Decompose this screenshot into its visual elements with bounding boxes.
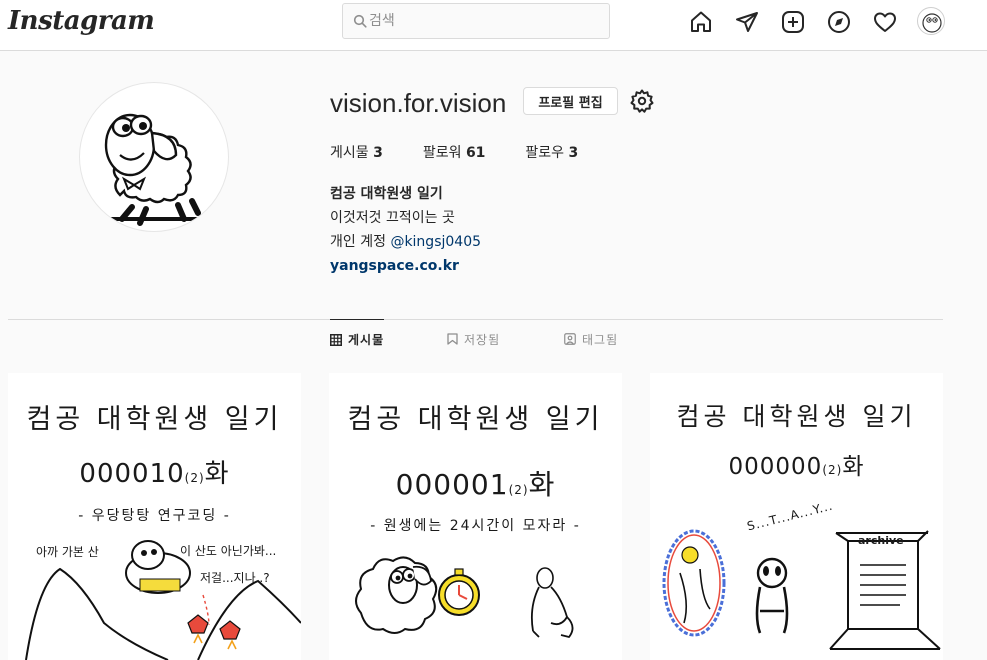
followers-count: 61 <box>465 145 486 161</box>
instagram-logo[interactable]: Instagram <box>8 6 155 36</box>
bio-line-2: 개인 계정 @kingsj0405 <box>330 230 481 254</box>
following-stat[interactable]: 팔로우 3 <box>525 142 578 162</box>
bio-website-link[interactable]: yangspace.co.kr <box>330 254 481 278</box>
profile-bio: 컴공 대학원생 일기 이것저것 끄적이는 곳 개인 계정 @kingsj0405… <box>330 182 481 278</box>
profile-username: vision.for.vision <box>330 88 507 118</box>
post-1-doodle <box>25 540 301 660</box>
post-1-note-1: 아까 가본 산 <box>36 545 99 559</box>
search-icon <box>353 14 367 28</box>
post-tile-3[interactable]: 컴공 대학원생 일기 000000(2)화 S...T...A...Y... a… <box>650 373 943 660</box>
home-icon[interactable] <box>687 8 715 36</box>
settings-gear-icon[interactable] <box>630 89 654 113</box>
edit-profile-button[interactable]: 프로필 편집 <box>523 87 618 115</box>
tab-saved[interactable]: 저장됨 <box>447 319 500 359</box>
new-post-icon[interactable] <box>779 8 807 36</box>
sheep-avatar-illustration <box>104 113 208 226</box>
bio-mention-link[interactable]: @kingsj0405 <box>390 234 481 250</box>
followers-label: 팔로워 <box>422 145 462 161</box>
post-2-doodle <box>355 556 574 639</box>
posts-label: 게시물 <box>330 145 369 161</box>
posts-stat: 게시물 3 <box>330 142 383 162</box>
post-1-note-3: 저걸...지나..? <box>200 571 270 585</box>
profile-picture[interactable] <box>79 82 229 232</box>
following-label: 팔로우 <box>525 145 565 161</box>
search-input[interactable] <box>369 10 599 32</box>
activity-heart-icon[interactable] <box>871 8 899 36</box>
post-3-note-archive: archive <box>858 534 904 547</box>
bio-line-1: 이것저것 끄적이는 곳 <box>330 210 455 226</box>
tab-tagged[interactable]: 태그됨 <box>564 319 618 359</box>
bio-line-2-prefix: 개인 계정 <box>330 234 386 250</box>
post-1-note-2: 이 산도 아닌가봐... <box>180 544 277 558</box>
tab-posts-label: 게시물 <box>348 333 385 347</box>
profile-avatar-icon[interactable] <box>917 7 945 35</box>
explore-icon[interactable] <box>825 8 853 36</box>
posts-count: 3 <box>373 145 383 161</box>
top-navigation-bar: Instagram <box>0 0 987 51</box>
post-tile-1[interactable]: 컴공 대학원생 일기 000010(2)화 - 우당탕탕 연구코딩 - 아까 가… <box>8 373 301 660</box>
direct-message-icon[interactable] <box>733 8 761 36</box>
tagged-user-icon <box>564 333 576 345</box>
search-box[interactable] <box>342 3 610 39</box>
post-tile-2[interactable]: 컴공 대학원생 일기 000001(2)화 - 원생에는 24시간이 모자라 - <box>329 373 622 660</box>
bookmark-icon <box>447 333 458 345</box>
following-count: 3 <box>568 145 579 161</box>
tab-saved-label: 저장됨 <box>464 332 501 347</box>
profile-stats: 게시물 3 팔로워 61 팔로우 3 <box>330 142 618 162</box>
tab-posts[interactable]: 게시물 <box>330 319 385 359</box>
bio-display-name: 컴공 대학원생 일기 <box>330 186 443 202</box>
grid-icon <box>330 333 342 346</box>
followers-stat[interactable]: 팔로워 61 <box>423 142 486 162</box>
tab-tagged-label: 태그됨 <box>582 332 619 347</box>
